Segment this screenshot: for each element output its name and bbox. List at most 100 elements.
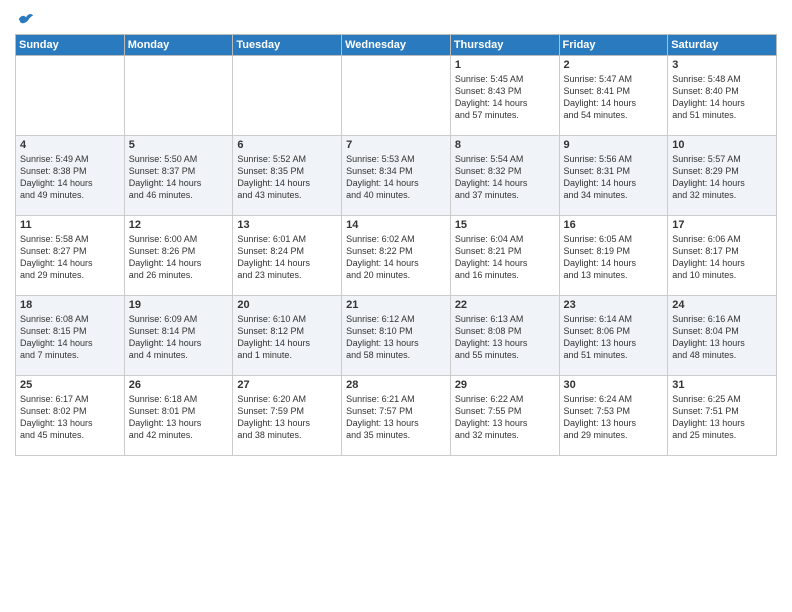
calendar-cell: 7 Sunrise: 5:53 AM Sunset: 8:34 PM Daylig… xyxy=(342,136,451,216)
calendar-cell: 1Sunrise: 5:45 AM Sunset: 8:43 PM Daylig… xyxy=(450,56,559,136)
calendar-cell: 29 Sunrise: 6:22 AM Sunset: 7:55 PM Dayli… xyxy=(450,376,559,456)
calendar-cell: 5 Sunrise: 5:50 AM Sunset: 8:37 PM Daylig… xyxy=(124,136,233,216)
day-number: 7 xyxy=(346,139,446,151)
day-number: 26 xyxy=(129,379,229,391)
header-day-saturday: Saturday xyxy=(668,35,777,56)
day-number: 9 xyxy=(564,139,664,151)
day-info: Sunrise: 6:06 AM Sunset: 8:17 PM Dayligh… xyxy=(672,233,772,282)
day-number: 20 xyxy=(237,299,337,311)
header-day-thursday: Thursday xyxy=(450,35,559,56)
calendar-cell: 15Sunrise: 6:04 AM Sunset: 8:21 PM Dayli… xyxy=(450,216,559,296)
calendar-cell: 20 Sunrise: 6:10 AM Sunset: 8:12 PM Dayli… xyxy=(233,296,342,376)
calendar-cell: 31Sunrise: 6:25 AM Sunset: 7:51 PM Dayli… xyxy=(668,376,777,456)
calendar-cell: 8 Sunrise: 5:54 AM Sunset: 8:32 PM Daylig… xyxy=(450,136,559,216)
week-row-3: 18Sunrise: 6:08 AM Sunset: 8:15 PM Dayli… xyxy=(16,296,777,376)
day-number: 5 xyxy=(129,139,229,151)
calendar-cell: 23Sunrise: 6:14 AM Sunset: 8:06 PM Dayli… xyxy=(559,296,668,376)
calendar-cell xyxy=(16,56,125,136)
calendar-table: SundayMondayTuesdayWednesdayThursdayFrid… xyxy=(15,34,777,456)
day-number: 28 xyxy=(346,379,446,391)
calendar-cell: 3 Sunrise: 5:48 AM Sunset: 8:40 PM Daylig… xyxy=(668,56,777,136)
calendar-cell xyxy=(342,56,451,136)
day-number: 3 xyxy=(672,59,772,71)
day-number: 18 xyxy=(20,299,120,311)
day-number: 15 xyxy=(455,219,555,231)
day-info: Sunrise: 6:09 AM Sunset: 8:14 PM Dayligh… xyxy=(129,313,229,362)
day-number: 29 xyxy=(455,379,555,391)
page: SundayMondayTuesdayWednesdayThursdayFrid… xyxy=(0,0,792,612)
calendar-cell: 17Sunrise: 6:06 AM Sunset: 8:17 PM Dayli… xyxy=(668,216,777,296)
calendar-cell: 6 Sunrise: 5:52 AM Sunset: 8:35 PM Daylig… xyxy=(233,136,342,216)
calendar-cell: 12Sunrise: 6:00 AM Sunset: 8:26 PM Dayli… xyxy=(124,216,233,296)
day-number: 4 xyxy=(20,139,120,151)
day-info: Sunrise: 5:57 AM Sunset: 8:29 PM Dayligh… xyxy=(672,153,772,202)
day-number: 13 xyxy=(237,219,337,231)
day-number: 16 xyxy=(564,219,664,231)
calendar-cell: 16 Sunrise: 6:05 AM Sunset: 8:19 PM Dayli… xyxy=(559,216,668,296)
calendar-cell: 18Sunrise: 6:08 AM Sunset: 8:15 PM Dayli… xyxy=(16,296,125,376)
day-info: Sunrise: 5:53 AM Sunset: 8:34 PM Dayligh… xyxy=(346,153,446,202)
week-row-4: 25 Sunrise: 6:17 AM Sunset: 8:02 PM Dayli… xyxy=(16,376,777,456)
day-info: Sunrise: 6:17 AM Sunset: 8:02 PM Dayligh… xyxy=(20,393,120,442)
day-number: 30 xyxy=(564,379,664,391)
day-info: Sunrise: 6:21 AM Sunset: 7:57 PM Dayligh… xyxy=(346,393,446,442)
day-info: Sunrise: 6:25 AM Sunset: 7:51 PM Dayligh… xyxy=(672,393,772,442)
week-row-0: 1Sunrise: 5:45 AM Sunset: 8:43 PM Daylig… xyxy=(16,56,777,136)
header-day-wednesday: Wednesday xyxy=(342,35,451,56)
calendar-cell: 30 Sunrise: 6:24 AM Sunset: 7:53 PM Dayli… xyxy=(559,376,668,456)
day-info: Sunrise: 6:00 AM Sunset: 8:26 PM Dayligh… xyxy=(129,233,229,282)
day-info: Sunrise: 6:20 AM Sunset: 7:59 PM Dayligh… xyxy=(237,393,337,442)
day-info: Sunrise: 5:54 AM Sunset: 8:32 PM Dayligh… xyxy=(455,153,555,202)
calendar-cell: 19 Sunrise: 6:09 AM Sunset: 8:14 PM Dayli… xyxy=(124,296,233,376)
day-info: Sunrise: 5:50 AM Sunset: 8:37 PM Dayligh… xyxy=(129,153,229,202)
day-number: 25 xyxy=(20,379,120,391)
header xyxy=(15,10,777,28)
calendar-cell: 27 Sunrise: 6:20 AM Sunset: 7:59 PM Dayli… xyxy=(233,376,342,456)
day-number: 14 xyxy=(346,219,446,231)
calendar-cell: 4 Sunrise: 5:49 AM Sunset: 8:38 PM Daylig… xyxy=(16,136,125,216)
calendar-cell: 9 Sunrise: 5:56 AM Sunset: 8:31 PM Daylig… xyxy=(559,136,668,216)
day-number: 23 xyxy=(564,299,664,311)
day-number: 2 xyxy=(564,59,664,71)
day-number: 21 xyxy=(346,299,446,311)
day-info: Sunrise: 5:49 AM Sunset: 8:38 PM Dayligh… xyxy=(20,153,120,202)
day-number: 19 xyxy=(129,299,229,311)
day-info: Sunrise: 6:22 AM Sunset: 7:55 PM Dayligh… xyxy=(455,393,555,442)
day-info: Sunrise: 6:10 AM Sunset: 8:12 PM Dayligh… xyxy=(237,313,337,362)
day-number: 8 xyxy=(455,139,555,151)
day-info: Sunrise: 5:58 AM Sunset: 8:27 PM Dayligh… xyxy=(20,233,120,282)
day-number: 1 xyxy=(455,59,555,71)
day-info: Sunrise: 6:05 AM Sunset: 8:19 PM Dayligh… xyxy=(564,233,664,282)
logo xyxy=(15,10,35,28)
calendar-cell xyxy=(124,56,233,136)
day-info: Sunrise: 6:02 AM Sunset: 8:22 PM Dayligh… xyxy=(346,233,446,282)
calendar-cell: 13 Sunrise: 6:01 AM Sunset: 8:24 PM Dayli… xyxy=(233,216,342,296)
day-number: 6 xyxy=(237,139,337,151)
calendar-cell: 11 Sunrise: 5:58 AM Sunset: 8:27 PM Dayli… xyxy=(16,216,125,296)
day-number: 11 xyxy=(20,219,120,231)
week-row-1: 4 Sunrise: 5:49 AM Sunset: 8:38 PM Daylig… xyxy=(16,136,777,216)
day-number: 10 xyxy=(672,139,772,151)
logo-bird-icon xyxy=(17,10,35,28)
day-info: Sunrise: 6:01 AM Sunset: 8:24 PM Dayligh… xyxy=(237,233,337,282)
day-info: Sunrise: 5:56 AM Sunset: 8:31 PM Dayligh… xyxy=(564,153,664,202)
calendar-cell: 22 Sunrise: 6:13 AM Sunset: 8:08 PM Dayli… xyxy=(450,296,559,376)
day-number: 27 xyxy=(237,379,337,391)
calendar-cell: 25 Sunrise: 6:17 AM Sunset: 8:02 PM Dayli… xyxy=(16,376,125,456)
calendar-cell: 2Sunrise: 5:47 AM Sunset: 8:41 PM Daylig… xyxy=(559,56,668,136)
header-day-sunday: Sunday xyxy=(16,35,125,56)
day-info: Sunrise: 5:48 AM Sunset: 8:40 PM Dayligh… xyxy=(672,73,772,122)
day-info: Sunrise: 6:13 AM Sunset: 8:08 PM Dayligh… xyxy=(455,313,555,362)
header-day-monday: Monday xyxy=(124,35,233,56)
day-number: 22 xyxy=(455,299,555,311)
header-row: SundayMondayTuesdayWednesdayThursdayFrid… xyxy=(16,35,777,56)
calendar-cell: 26 Sunrise: 6:18 AM Sunset: 8:01 PM Dayli… xyxy=(124,376,233,456)
day-info: Sunrise: 6:16 AM Sunset: 8:04 PM Dayligh… xyxy=(672,313,772,362)
calendar-cell: 28 Sunrise: 6:21 AM Sunset: 7:57 PM Dayli… xyxy=(342,376,451,456)
day-info: Sunrise: 6:12 AM Sunset: 8:10 PM Dayligh… xyxy=(346,313,446,362)
calendar-cell: 14 Sunrise: 6:02 AM Sunset: 8:22 PM Dayli… xyxy=(342,216,451,296)
day-info: Sunrise: 6:18 AM Sunset: 8:01 PM Dayligh… xyxy=(129,393,229,442)
day-info: Sunrise: 5:52 AM Sunset: 8:35 PM Dayligh… xyxy=(237,153,337,202)
day-number: 24 xyxy=(672,299,772,311)
day-info: Sunrise: 6:24 AM Sunset: 7:53 PM Dayligh… xyxy=(564,393,664,442)
